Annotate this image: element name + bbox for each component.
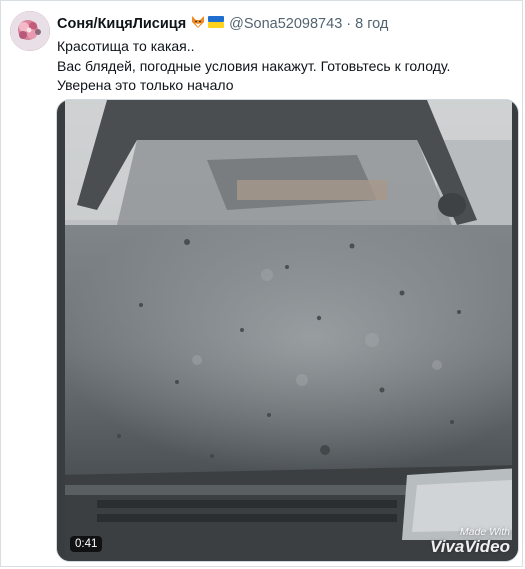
fox-icon <box>192 16 225 28</box>
video-duration: 0:41 <box>70 536 103 552</box>
author-emoji <box>191 15 225 33</box>
tweet-card[interactable]: Соня/КицяЛисиця @Sona52098743 · 8 год Кр… <box>0 0 523 567</box>
tweet-text-line: Вас блядей, погодные условия накажут. Го… <box>57 57 451 74</box>
tweet-time[interactable]: 8 год <box>355 16 388 32</box>
author-handle[interactable]: @Sona52098743 <box>229 16 342 32</box>
tweet-header: Соня/КицяЛисиця @Sona52098743 · 8 год <box>57 14 388 34</box>
author-name[interactable]: Соня/КицяЛисиця <box>57 16 186 32</box>
tweet-text-line: Уверена это только начало <box>57 77 234 93</box>
tweet-text-line: Красотища то какая.. <box>57 38 195 54</box>
separator-dot: · <box>346 16 352 32</box>
ukraine-flag-icon <box>208 16 225 22</box>
video-player[interactable]: 0:41 Made With VivaVideo <box>56 99 519 562</box>
watermark-brand: VivaVideo <box>430 537 510 556</box>
tweet-text: Красотища то какая.. Вас блядей, погодны… <box>57 37 512 96</box>
avatar[interactable] <box>10 11 50 51</box>
video-watermark: Made With VivaVideo <box>430 526 510 555</box>
video-frame <box>57 100 518 561</box>
